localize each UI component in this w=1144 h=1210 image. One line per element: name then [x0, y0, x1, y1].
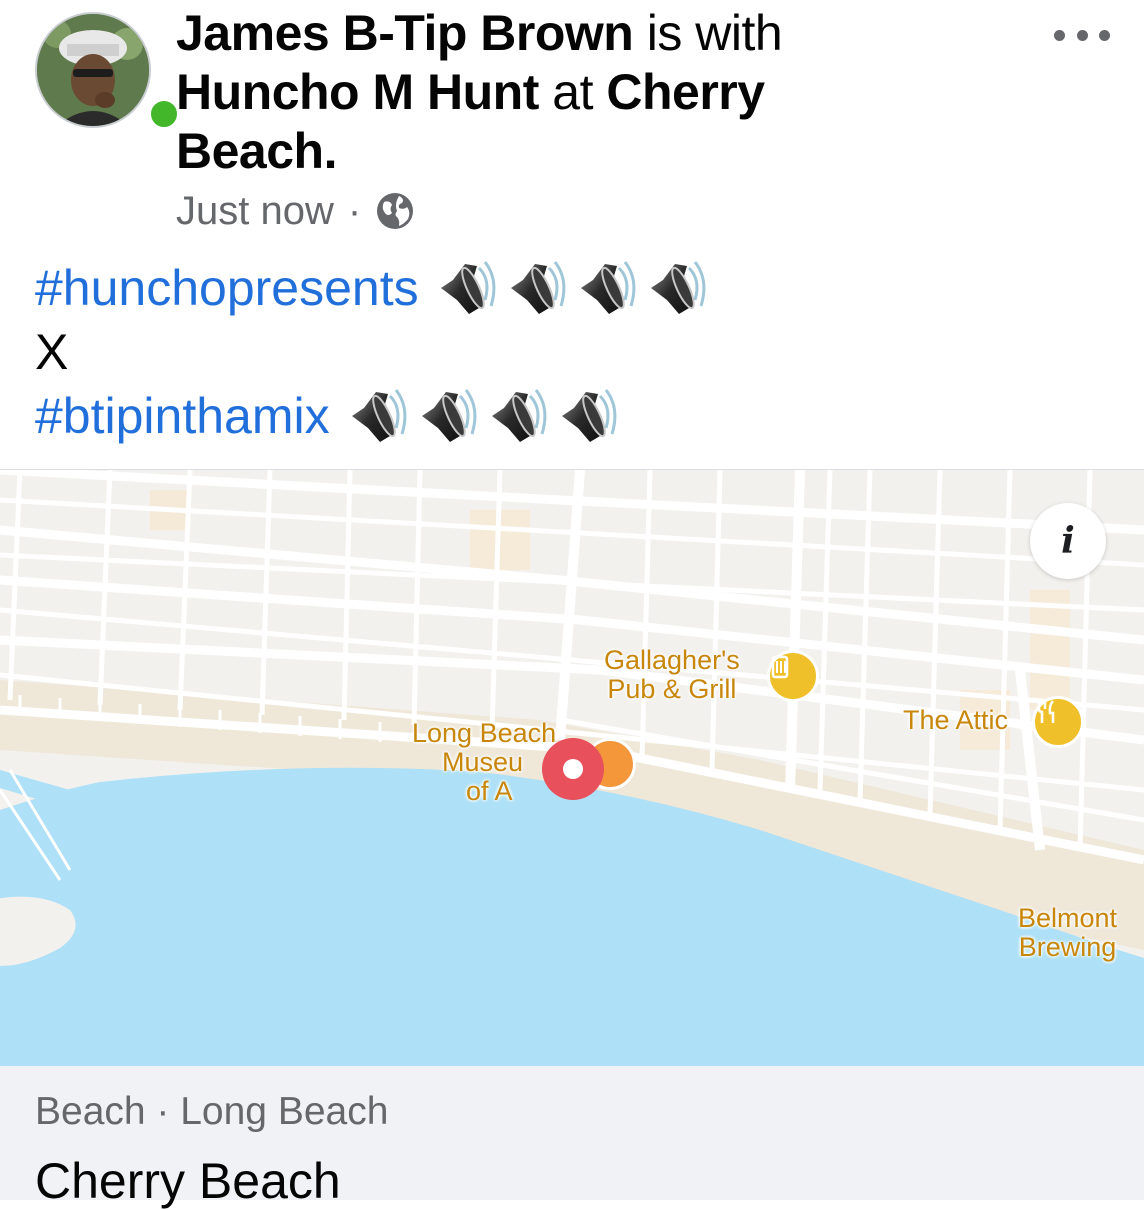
- location-line-1: Cherry: [606, 64, 765, 120]
- post-body: #hunchopresents X #btipinthamix: [35, 256, 715, 448]
- emoji-group: [346, 386, 626, 446]
- fork-knife-icon: [1037, 700, 1055, 723]
- map-label-museum[interactable]: Long Beach Museu of A: [412, 719, 556, 806]
- location-pin-icon[interactable]: [542, 738, 604, 800]
- map-label-attic[interactable]: The Attic: [903, 706, 1008, 735]
- tagged-friend-link[interactable]: Huncho M Hunt: [176, 64, 539, 120]
- speaker-high-volume-icon: [350, 388, 407, 444]
- avatar-photo: [37, 14, 149, 126]
- map-label-line: Museu: [442, 747, 524, 777]
- map-label-line: The Attic: [903, 705, 1009, 735]
- info-icon: i: [1061, 520, 1075, 562]
- post-line-3: #btipinthamix: [35, 384, 715, 448]
- place-name[interactable]: Cherry Beach: [35, 1152, 341, 1210]
- map-label-line: Belmont: [1018, 903, 1118, 933]
- speaker-high-volume-icon: [579, 260, 636, 316]
- speaker-high-volume-icon: [509, 260, 566, 316]
- author-name-link[interactable]: James B-Tip Brown: [176, 5, 634, 61]
- map-info-button[interactable]: i: [1030, 503, 1106, 579]
- hashtag-link[interactable]: #hunchopresents: [35, 256, 419, 320]
- avatar-image: [35, 12, 151, 128]
- bar-icon[interactable]: [767, 650, 819, 702]
- speaker-high-volume-icon: [649, 260, 706, 316]
- speaker-high-volume-icon: [439, 260, 496, 316]
- speaker-high-volume-icon: [490, 388, 547, 444]
- map-label-line: Brewing: [1018, 932, 1117, 962]
- map-label-belmont[interactable]: Belmont Brewing: [1018, 904, 1117, 962]
- post-header: James B-Tip Brown is with Huncho M Hunt …: [0, 0, 1144, 240]
- place-card[interactable]: Beach · Long Beach Cherry Beach: [0, 1066, 1144, 1209]
- globe-icon[interactable]: [375, 191, 415, 231]
- map-label-gallaghers[interactable]: Gallagher's Pub & Grill: [604, 646, 740, 704]
- more-dot: [1099, 29, 1110, 41]
- post-connector-text: X: [35, 324, 69, 380]
- restaurant-icon[interactable]: [1032, 696, 1084, 748]
- more-options-button[interactable]: [1054, 18, 1110, 52]
- beer-mug-icon: [771, 655, 789, 679]
- more-dot: [1054, 29, 1065, 41]
- post-timestamp[interactable]: Just now: [176, 189, 334, 234]
- map-preview[interactable]: i Gallagher's Pub & Grill The Attic Long…: [0, 469, 1144, 1067]
- map-label-line: Gallagher's: [604, 645, 740, 675]
- post-line-2: X: [35, 320, 715, 384]
- post-meta: Just now ·: [176, 186, 415, 236]
- location-line-2: Beach.: [176, 123, 337, 179]
- speaker-high-volume-icon: [560, 388, 617, 444]
- more-dot: [1076, 29, 1088, 41]
- with-connector: is with: [646, 5, 783, 61]
- meta-separator: ·: [347, 188, 362, 233]
- post-headline: James B-Tip Brown is with Huncho M Hunt …: [176, 4, 936, 181]
- pin-center: [563, 759, 583, 779]
- map-label-line: Long Beach: [412, 718, 557, 748]
- place-category: Beach · Long Beach: [35, 1090, 389, 1133]
- map-label-line: of A: [466, 776, 513, 806]
- profile-avatar[interactable]: [35, 12, 181, 131]
- speaker-high-volume-icon: [420, 388, 477, 444]
- emoji-group: [435, 258, 715, 318]
- hashtag-link[interactable]: #btipinthamix: [35, 384, 330, 448]
- map-label-line: Pub & Grill: [607, 674, 737, 704]
- post-line-1: #hunchopresents: [35, 256, 715, 320]
- at-connector: at: [552, 64, 593, 120]
